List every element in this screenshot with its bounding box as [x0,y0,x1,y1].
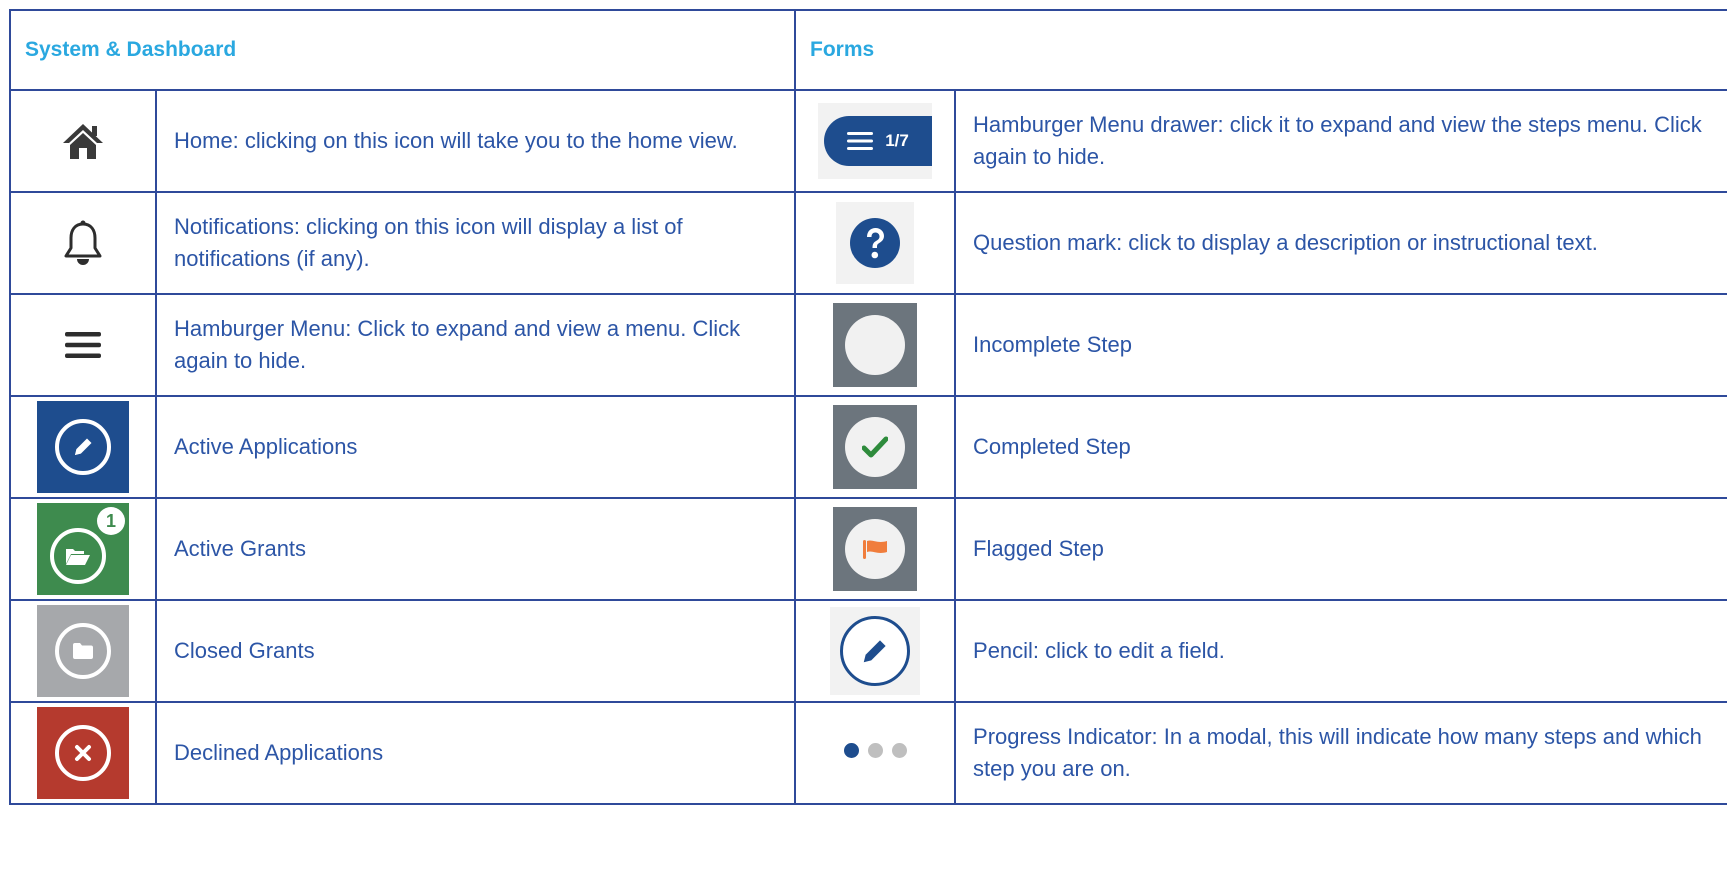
pencil-cell [794,599,957,703]
closed-folder-icon [37,605,129,697]
incomplete-step-description: Incomplete Step [954,293,1727,397]
active-grants-cell: 1 [9,497,157,601]
pencil-edit-icon[interactable] [830,607,921,695]
bell-icon-cell [9,191,157,295]
pencil-description: Pencil: click to edit a field. [954,599,1727,703]
hamburger-menu-cell [9,293,157,397]
progress-dot [867,743,883,758]
open-folder-icon: 1 [37,503,129,595]
completed-step-description: Completed Step [954,395,1727,499]
completed-step-cell [794,395,957,499]
legend-row: Home: clicking on this icon will take yo… [9,89,1727,193]
header-row: System & Dashboard Forms [8,9,1727,91]
icon-legend-table: System & Dashboard Forms Home: clicking … [8,9,1727,805]
empty-circle-icon [833,303,918,387]
active-applications-cell [9,395,157,499]
home-icon [61,121,105,161]
closed-grants-cell [9,599,157,703]
progress-dot [891,743,907,758]
active-grants-label: Active Grants [154,497,797,601]
hamburger-drawer-icon[interactable]: 1/7 [818,103,933,179]
legend-row: 1 Active Grants Flagged Step [9,497,1727,601]
flagged-step-description: Flagged Step [954,497,1727,601]
question-mark-icon[interactable] [836,202,915,284]
legend-row: Declined Applications Progress Indicator… [9,701,1727,805]
flag-circle-icon [833,507,918,591]
declined-applications-label: Declined Applications [154,701,797,805]
flagged-step-cell [794,497,957,601]
forms-header: Forms [794,9,1727,91]
legend-row: Notifications: clicking on this icon wil… [9,191,1727,295]
progress-dot-active [843,743,859,758]
hamburger-drawer-cell: 1/7 [794,89,957,193]
question-mark-cell [794,191,957,295]
legend-row: Hamburger Menu: Click to expand and view… [9,293,1727,397]
closed-grants-label: Closed Grants [154,599,797,703]
home-icon-cell [9,89,157,193]
declined-applications-cell [9,701,157,805]
home-description: Home: clicking on this icon will take yo… [154,89,797,193]
x-circle-icon [37,707,129,799]
progress-indicator-description: Progress Indicator: In a modal, this wil… [954,701,1727,805]
step-counter: 1/7 [885,131,909,150]
check-circle-icon [833,405,918,489]
system-dashboard-header: System & Dashboard [8,9,797,91]
question-mark-description: Question mark: click to display a descri… [954,191,1727,295]
active-applications-label: Active Applications [154,395,797,499]
notifications-description: Notifications: clicking on this icon wil… [154,191,797,295]
legend-row: Active Applications Completed Step [9,395,1727,499]
bell-icon [62,219,104,267]
incomplete-step-cell [794,293,957,397]
hamburger-menu-icon [65,331,101,359]
progress-indicator-cell [794,701,957,805]
progress-dots-icon [843,743,907,758]
hamburger-drawer-description: Hamburger Menu drawer: click it to expan… [954,89,1727,193]
menu-lines-icon [847,132,874,150]
pencil-circle-icon [37,401,129,493]
hamburger-menu-description: Hamburger Menu: Click to expand and view… [154,293,797,397]
legend-row: Closed Grants Pencil: click to edit a fi… [9,599,1727,703]
grant-count-badge: 1 [97,507,125,535]
